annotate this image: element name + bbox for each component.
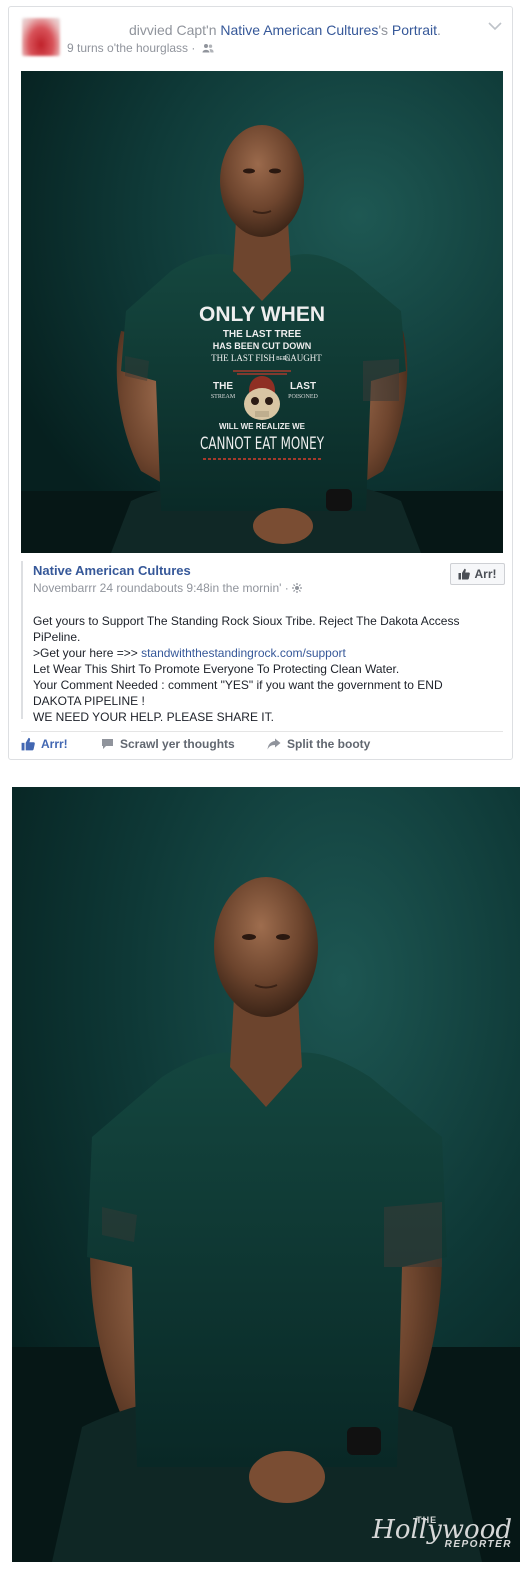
speech-bubble-icon bbox=[102, 739, 113, 749]
man-portrait-photo bbox=[12, 787, 520, 1562]
hollywood-reporter-watermark: THE Hollywood REPORTER bbox=[372, 1515, 512, 1550]
globe-icon[interactable] bbox=[292, 583, 303, 593]
thumbs-up-icon bbox=[21, 737, 35, 751]
shirt-line-2: THE LAST TREE bbox=[223, 329, 302, 340]
shared-post: Native American Cultures Novembarrr 24 r… bbox=[21, 561, 505, 724]
post-header: divvied Capt'n Native American Cultures'… bbox=[129, 22, 441, 38]
body-line-4: Your Comment Needed : comment "YES" if y… bbox=[33, 678, 443, 708]
man-in-tshirt-photo: ONLY WHEN THE LAST TREE HAS BEEN CUT DOW… bbox=[21, 71, 503, 553]
post-body: Get yours to Support The Standing Rock S… bbox=[33, 613, 473, 725]
comparison-photo: THE Hollywood REPORTER bbox=[12, 787, 520, 1562]
body-line-1: Get yours to Support The Standing Rock S… bbox=[33, 614, 460, 644]
body-line-2-text: >Get your here =>> bbox=[33, 646, 142, 660]
post-photo[interactable]: ONLY WHEN THE LAST TREE HAS BEEN CUT DOW… bbox=[21, 71, 503, 553]
post-timestamp[interactable]: 9 turns o'the hourglass · bbox=[67, 41, 199, 55]
chevron-down-icon[interactable] bbox=[488, 21, 502, 31]
header-possessive: 's bbox=[378, 22, 392, 38]
shirt-line-6: WILL WE REALIZE WE bbox=[219, 422, 306, 431]
body-line-2: >Get your here =>> standwiththestandingr… bbox=[33, 645, 473, 661]
shared-timestamp: Novembarrr 24 roundabouts 9:48in the mor… bbox=[33, 581, 303, 595]
share-button[interactable]: Split the booty bbox=[267, 737, 370, 751]
shirt-last: LAST bbox=[290, 381, 316, 392]
action-bar: Arrr! Scrawl yer thoughts Split the boot… bbox=[21, 731, 503, 758]
like-button[interactable]: Arrr! bbox=[21, 737, 68, 751]
shirt-line-1: ONLY WHEN bbox=[199, 303, 325, 326]
body-line-5: WE NEED YOUR HELP. PLEASE SHARE IT. bbox=[33, 710, 274, 724]
shirt-line-4c: CAUGHT bbox=[284, 353, 322, 363]
body-line-3: Let Wear This Shirt To Promote Everyone … bbox=[33, 662, 400, 676]
comment-button[interactable]: Scrawl yer thoughts bbox=[101, 737, 235, 751]
header-period: . bbox=[437, 22, 441, 38]
shirt-line-4a: THE LAST FISH bbox=[211, 353, 275, 363]
feed-post: divvied Capt'n Native American Cultures'… bbox=[8, 6, 513, 760]
shirt-stream: STREAM bbox=[211, 394, 236, 400]
share-arrow-icon bbox=[267, 738, 281, 750]
comment-label: Scrawl yer thoughts bbox=[120, 737, 235, 751]
post-meta: 9 turns o'the hourglass · bbox=[67, 41, 214, 55]
portrait-link[interactable]: Portrait bbox=[392, 22, 437, 38]
page-link[interactable]: Native American Cultures bbox=[220, 22, 378, 38]
like-page-button[interactable]: Arr! bbox=[450, 563, 505, 585]
shared-timestamp-text[interactable]: Novembarrr 24 roundabouts 9:48in the mor… bbox=[33, 581, 292, 595]
shirt-poisoned: POISONED bbox=[288, 394, 318, 400]
shared-page-name[interactable]: Native American Cultures bbox=[33, 563, 191, 578]
header-text: divvied Capt'n bbox=[129, 22, 221, 38]
shirt-line-7: CANNOT EAT MONEY bbox=[200, 434, 324, 454]
share-label: Split the booty bbox=[287, 737, 371, 751]
like-page-label: Arr! bbox=[474, 567, 497, 581]
friends-icon[interactable] bbox=[202, 43, 214, 53]
shirt-the: THE bbox=[213, 381, 233, 392]
watermark-the: THE bbox=[416, 1515, 438, 1525]
thumbs-up-icon bbox=[458, 568, 471, 580]
shirt-line-3: HAS BEEN CUT DOWN bbox=[213, 341, 312, 351]
avatar[interactable] bbox=[22, 18, 60, 56]
like-label: Arrr! bbox=[41, 737, 68, 751]
support-link[interactable]: standwiththestandingrock.com/support bbox=[141, 646, 346, 660]
